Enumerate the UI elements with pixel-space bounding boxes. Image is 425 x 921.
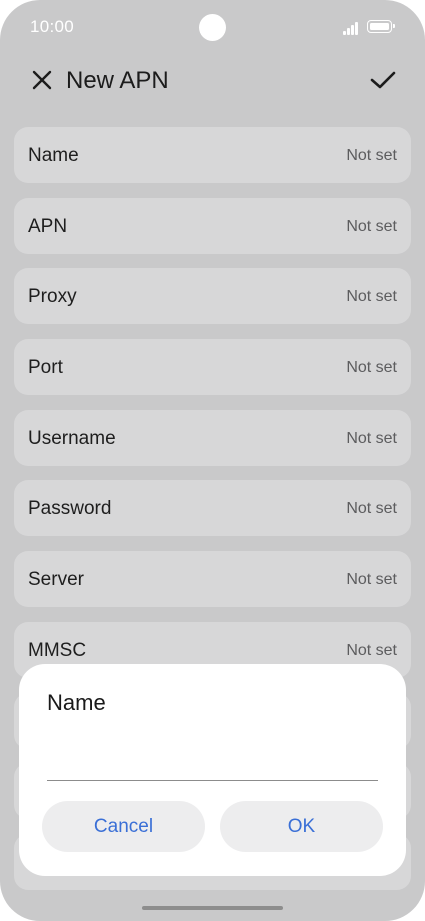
field-label: Server — [28, 569, 84, 591]
app-bar: New APN — [0, 52, 425, 108]
field-row-proxy[interactable]: Proxy Not set — [14, 268, 411, 325]
home-indicator[interactable] — [142, 906, 283, 910]
field-label: Name — [28, 145, 79, 166]
field-value: Not set — [346, 571, 397, 589]
phone-screen: 10:00 New APN Name Not set APN Not set P… — [0, 0, 425, 921]
page-title: New APN — [66, 67, 169, 94]
field-value: Not set — [346, 359, 397, 377]
check-icon — [370, 71, 396, 89]
field-label: MMSC — [28, 639, 87, 661]
field-label: Proxy — [28, 286, 77, 308]
field-row-username[interactable]: Username Not set — [14, 409, 411, 466]
name-input[interactable] — [47, 734, 378, 781]
field-value: Not set — [346, 641, 397, 659]
field-label: APN — [28, 215, 68, 237]
field-row-server[interactable]: Server Not set — [14, 551, 411, 608]
field-label: Username — [28, 427, 116, 449]
field-value: Not set — [346, 500, 397, 518]
field-row-port[interactable]: Port Not set — [14, 339, 411, 396]
status-bar: 10:00 — [0, 0, 425, 52]
cancel-button[interactable]: Cancel — [42, 801, 205, 852]
field-row-name[interactable]: Name Not set — [14, 127, 411, 183]
close-icon — [32, 70, 52, 90]
camera-cutout — [199, 14, 226, 41]
field-row-password[interactable]: Password Not set — [14, 480, 411, 537]
field-label: Port — [28, 357, 63, 379]
dialog-title: Name — [47, 690, 106, 715]
ok-button[interactable]: OK — [220, 801, 383, 852]
status-time: 10:00 — [30, 17, 75, 36]
field-value: Not set — [346, 217, 397, 235]
field-row-apn[interactable]: APN Not set — [14, 197, 411, 254]
field-value: Not set — [346, 429, 397, 447]
signal-icon — [343, 19, 361, 35]
battery-icon — [367, 20, 395, 33]
save-button[interactable] — [368, 66, 398, 94]
field-value: Not set — [346, 147, 397, 164]
close-button[interactable] — [28, 66, 56, 94]
field-label: Password — [28, 498, 112, 520]
name-input-dialog: Name Cancel OK — [19, 664, 406, 876]
field-value: Not set — [346, 288, 397, 306]
